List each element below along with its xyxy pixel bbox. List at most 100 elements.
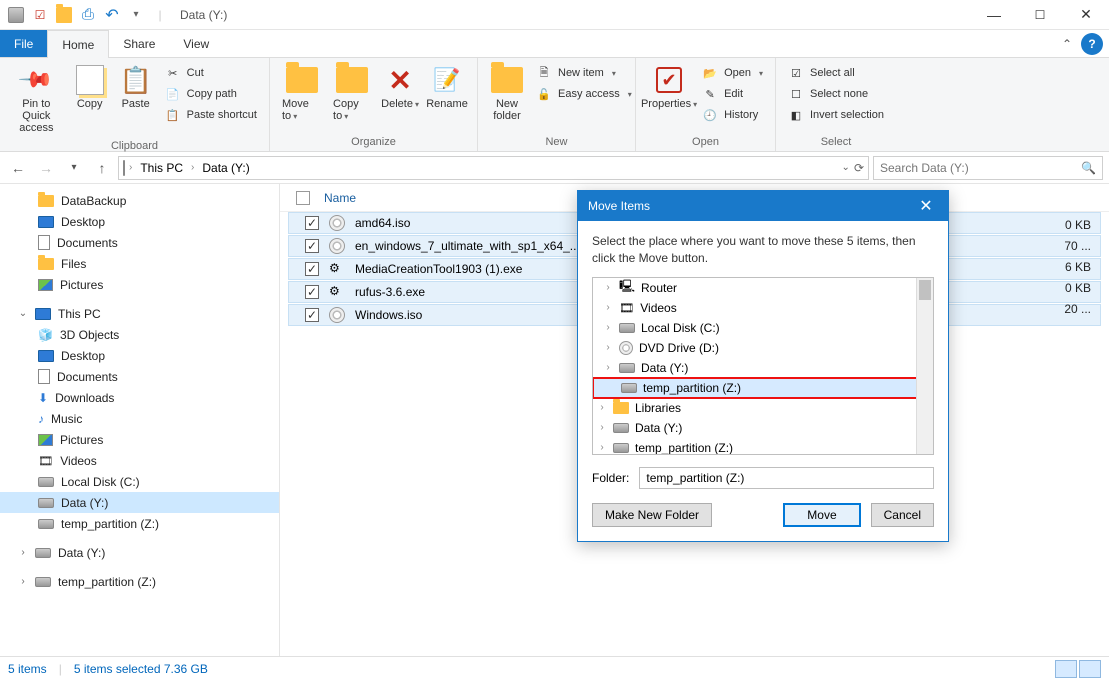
drive-icon — [621, 383, 637, 393]
history-button[interactable]: 🕘History — [700, 106, 765, 124]
crumb-this-pc[interactable]: This PC — [136, 161, 187, 175]
tab-file[interactable]: File — [0, 30, 47, 57]
cancel-button[interactable]: Cancel — [871, 503, 934, 527]
nav-music[interactable]: ♪Music — [0, 408, 279, 429]
easy-access-button[interactable]: 🔓Easy access▾ — [534, 85, 634, 103]
icons-view-button[interactable] — [1079, 660, 1101, 678]
row-checkbox[interactable]: ✓ — [305, 308, 319, 322]
qat-newfolder-icon[interactable] — [56, 7, 72, 23]
qat-undo-icon[interactable]: ↶ — [104, 7, 120, 23]
dialog-titlebar[interactable]: Move Items ✕ — [578, 191, 948, 221]
tab-share[interactable]: Share — [109, 30, 169, 57]
copy-path-button[interactable]: 📄Copy path — [163, 85, 259, 103]
pin-quick-access-button[interactable]: 📌 Pin to Quick access — [6, 62, 67, 136]
tree-selected-temp-partition[interactable]: temp_partition (Z:) — [593, 378, 933, 398]
folder-input[interactable] — [639, 467, 934, 489]
select-all-button[interactable]: ☑Select all — [786, 64, 886, 82]
nav-downloads[interactable]: ⬇Downloads — [0, 387, 279, 408]
nav-data[interactable]: Data (Y:) — [0, 492, 279, 513]
column-name[interactable]: Name — [324, 191, 356, 205]
nav-files[interactable]: Files — [0, 253, 279, 274]
move-button[interactable]: Move — [783, 503, 860, 527]
nav-desktop-2[interactable]: Desktop — [0, 345, 279, 366]
new-folder-button[interactable]: New folder — [484, 62, 530, 124]
nav-temp-partition-root[interactable]: ›temp_partition (Z:) — [0, 571, 279, 592]
close-button[interactable]: ✕ — [1063, 0, 1109, 30]
chevron-right-icon[interactable]: › — [603, 322, 613, 333]
forward-button[interactable]: → — [34, 156, 58, 180]
breadcrumb[interactable]: › This PC › Data (Y:) ⌄ ⟳ — [118, 156, 869, 180]
paste-shortcut-button[interactable]: 📋Paste shortcut — [163, 106, 259, 124]
chevron-right-icon[interactable]: › — [597, 442, 607, 453]
tree-scrollbar[interactable] — [916, 278, 933, 454]
select-all-checkbox[interactable] — [296, 191, 310, 205]
nav-pictures-2[interactable]: Pictures — [0, 429, 279, 450]
exe-icon: ⚙ — [329, 261, 345, 277]
chevron-right-icon[interactable]: › — [603, 302, 613, 313]
refresh-icon[interactable]: ⟳ — [854, 161, 864, 175]
collapse-ribbon-icon[interactable]: ⌃ — [1053, 30, 1081, 57]
chevron-right-icon[interactable]: › — [597, 422, 607, 433]
drive-icon — [123, 161, 125, 175]
qat-properties-icon[interactable]: ☑ — [32, 7, 48, 23]
tab-home[interactable]: Home — [47, 30, 109, 58]
edit-button[interactable]: ✎Edit — [700, 85, 765, 103]
maximize-button[interactable]: ☐ — [1017, 0, 1063, 30]
chevron-right-icon[interactable]: › — [603, 362, 613, 373]
nav-data-root[interactable]: ›Data (Y:) — [0, 542, 279, 563]
status-selection: 5 items selected 7.36 GB — [74, 662, 208, 676]
nav-temp-partition[interactable]: temp_partition (Z:) — [0, 513, 279, 534]
details-view-button[interactable] — [1055, 660, 1077, 678]
group-label-select: Select — [776, 136, 896, 151]
properties-button[interactable]: ✔ Properties▾ — [642, 62, 696, 112]
select-none-button[interactable]: ☐Select none — [786, 85, 886, 103]
chevron-right-icon[interactable]: › — [597, 402, 607, 413]
invert-selection-button[interactable]: ◧Invert selection — [786, 106, 886, 124]
paste-button[interactable]: 📋 Paste — [113, 62, 159, 112]
cut-button[interactable]: ✂Cut — [163, 64, 259, 82]
move-to-button[interactable]: Move to▾ — [276, 62, 327, 124]
copy-button[interactable]: Copy — [67, 62, 113, 112]
3d-icon: 🧊 — [38, 328, 53, 342]
row-checkbox[interactable]: ✓ — [305, 216, 319, 230]
qat-customize-icon[interactable]: ⎙ — [80, 7, 96, 23]
exe-icon: ⚙ — [329, 284, 345, 300]
rename-button[interactable]: 📝 Rename — [423, 62, 471, 112]
chevron-down-icon[interactable]: ⌄ — [18, 308, 28, 319]
row-checkbox[interactable]: ✓ — [305, 239, 319, 253]
qat-dropdown-icon[interactable]: ▾ — [128, 7, 144, 23]
folder-label: Folder: — [592, 471, 629, 485]
breadcrumb-dropdown-icon[interactable]: ⌄ — [842, 162, 850, 173]
minimize-button[interactable]: — — [971, 0, 1017, 30]
search-input[interactable]: Search Data (Y:) 🔍 — [873, 156, 1103, 180]
nav-databackup[interactable]: DataBackup — [0, 190, 279, 211]
dialog-close-button[interactable]: ✕ — [914, 196, 938, 216]
nav-3d-objects[interactable]: 🧊3D Objects — [0, 324, 279, 345]
help-icon[interactable]: ? — [1081, 33, 1103, 55]
nav-videos[interactable]: 🎞Videos — [0, 450, 279, 471]
nav-desktop[interactable]: Desktop — [0, 211, 279, 232]
chevron-right-icon[interactable]: › — [603, 282, 613, 293]
path-icon: 📄 — [165, 86, 181, 102]
nav-this-pc[interactable]: ⌄This PC — [0, 303, 279, 324]
copy-to-button[interactable]: Copy to▾ — [327, 62, 377, 124]
row-checkbox[interactable]: ✓ — [305, 285, 319, 299]
nav-documents-2[interactable]: Documents — [0, 366, 279, 387]
open-button[interactable]: 📂Open▾ — [700, 64, 765, 82]
chevron-right-icon[interactable]: › — [603, 342, 613, 353]
tab-view[interactable]: View — [169, 30, 223, 57]
new-item-button[interactable]: 🗎New item▾ — [534, 64, 634, 82]
recent-locations-button[interactable]: ▾ — [62, 156, 86, 180]
nav-pictures[interactable]: Pictures — [0, 274, 279, 295]
folder-tree[interactable]: ›🖳Router ›🎞Videos ›Local Disk (C:) ›DVD … — [592, 277, 934, 455]
nav-local-disk[interactable]: Local Disk (C:) — [0, 471, 279, 492]
nav-documents[interactable]: Documents — [0, 232, 279, 253]
open-icon: 📂 — [702, 65, 718, 81]
row-checkbox[interactable]: ✓ — [305, 262, 319, 276]
crumb-current[interactable]: Data (Y:) — [198, 161, 253, 175]
make-new-folder-button[interactable]: Make New Folder — [592, 503, 712, 527]
back-button[interactable]: ← — [6, 156, 30, 180]
delete-button[interactable]: ✕ Delete▾ — [377, 62, 423, 112]
up-button[interactable]: ↑ — [90, 156, 114, 180]
select-none-icon: ☐ — [788, 86, 804, 102]
